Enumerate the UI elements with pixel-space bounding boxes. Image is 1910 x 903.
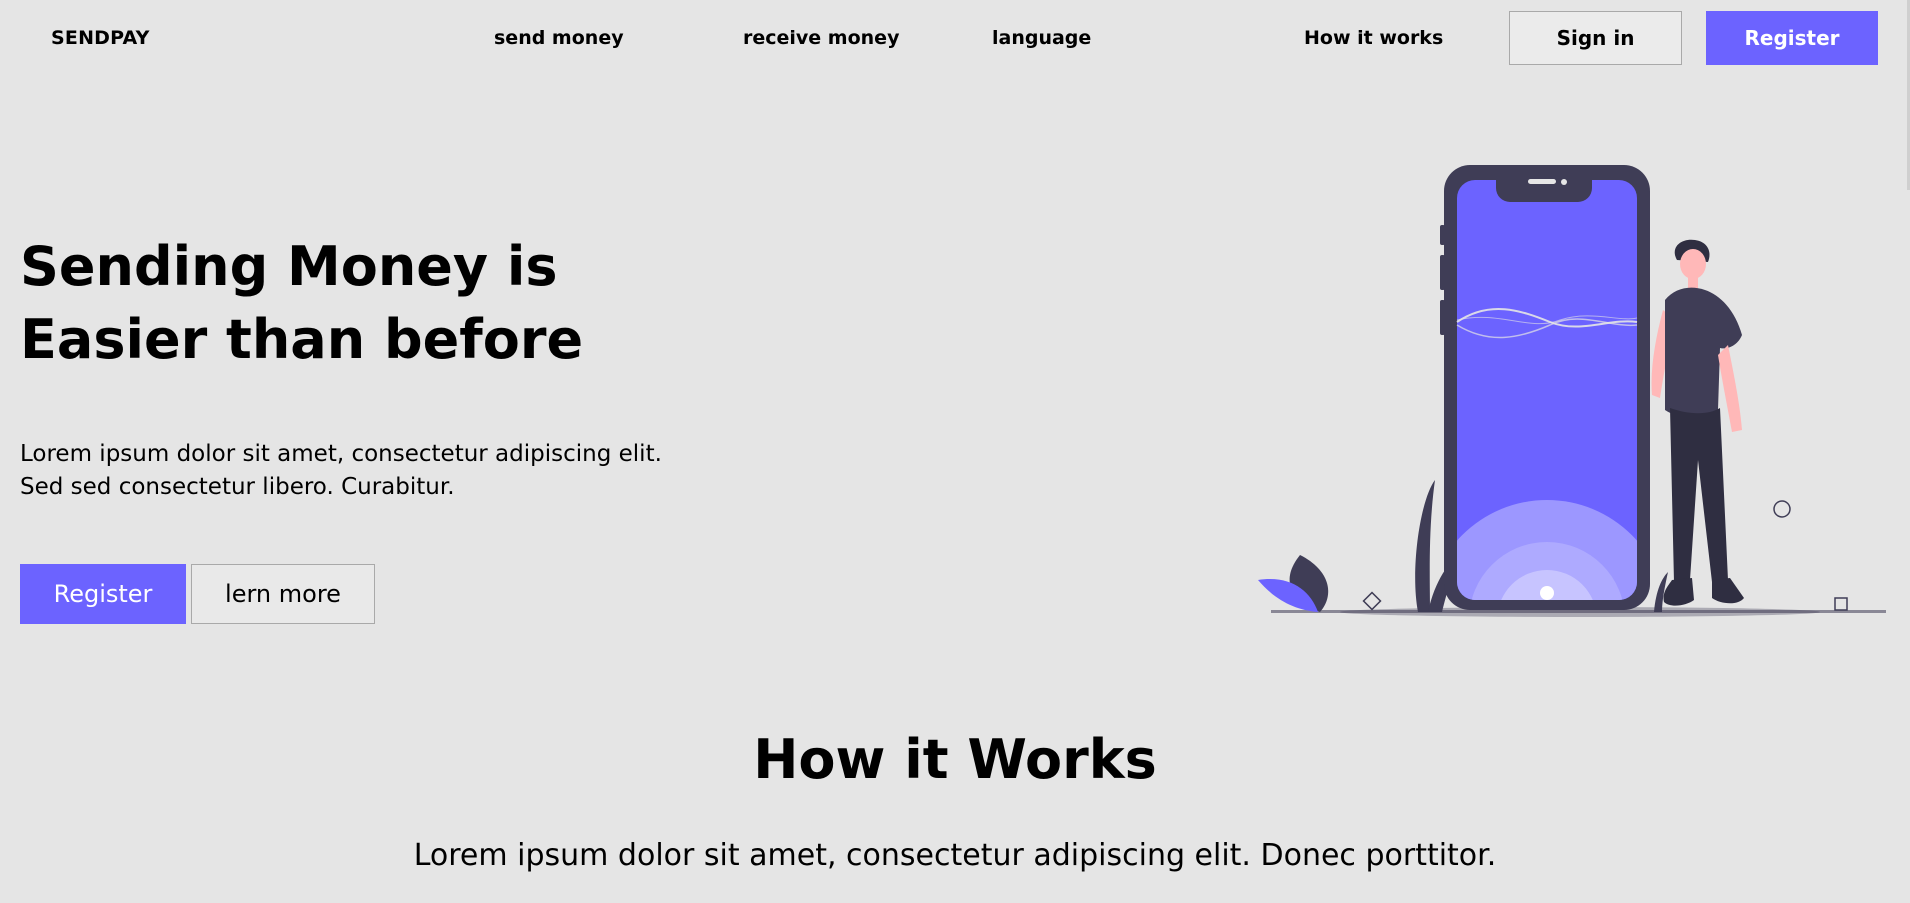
nav-language[interactable]: language — [992, 27, 1091, 49]
nav-send-money[interactable]: send money — [494, 27, 624, 49]
hero-title: Sending Money is Easier than before — [20, 230, 660, 376]
register-button-nav[interactable]: Register — [1706, 11, 1878, 65]
register-button-hero[interactable]: Register — [20, 564, 186, 624]
person-with-phone-illustration — [1258, 165, 1886, 617]
how-it-works-title: How it Works — [753, 728, 1157, 791]
hero-title-line-2: Easier than before — [20, 308, 584, 371]
landing-page: SENDPAY send money receive money languag… — [0, 0, 1910, 903]
hero-description: Lorem ipsum dolor sit amet, consectetur … — [20, 438, 740, 504]
sign-in-button[interactable]: Sign in — [1509, 11, 1682, 65]
brand-logo[interactable]: SENDPAY — [51, 27, 150, 49]
hero-text-line-1: Lorem ipsum dolor sit amet, consectetur … — [20, 441, 662, 467]
nav-how-it-works[interactable]: How it works — [1304, 27, 1443, 49]
learn-more-button[interactable]: lern more — [191, 564, 375, 624]
how-it-works-text: Lorem ipsum dolor sit amet, consectetur … — [413, 838, 1497, 873]
hero-text-line-2: Sed sed consectetur libero. Curabitur. — [20, 474, 455, 500]
nav-receive-money[interactable]: receive money — [743, 27, 899, 49]
hero-title-line-1: Sending Money is — [20, 235, 558, 298]
top-navbar: SENDPAY send money receive money languag… — [0, 0, 1910, 78]
